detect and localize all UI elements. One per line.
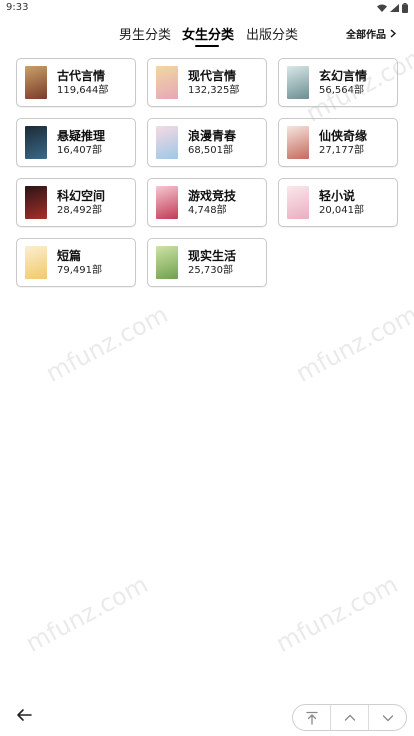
- category-count: 20,041部: [319, 204, 364, 216]
- category-card-scifi[interactable]: 科幻空间 28,492部: [16, 178, 136, 227]
- category-card-modern-romance[interactable]: 现代言情 132,325部: [147, 58, 267, 107]
- category-name: 仙侠奇缘: [319, 128, 368, 143]
- category-name: 浪漫青春: [188, 128, 237, 143]
- category-grid: 古代言情 119,644部 现代言情 132,325部 玄幻言情 56,564部…: [16, 58, 398, 287]
- category-count: 25,730部: [188, 264, 233, 276]
- wifi-icon: [377, 4, 387, 12]
- category-name: 玄幻言情: [319, 68, 368, 83]
- battery-icon: [402, 3, 408, 13]
- book-cover-image: [156, 186, 178, 219]
- category-count: 132,325部: [188, 84, 240, 96]
- book-cover-image: [287, 186, 309, 219]
- signal-icon: [390, 4, 399, 12]
- category-name: 短篇: [57, 248, 82, 263]
- tab-female[interactable]: 女生分类: [182, 24, 234, 43]
- category-count: 79,491部: [57, 264, 102, 276]
- category-count: 68,501部: [188, 144, 233, 156]
- category-name: 现代言情: [188, 68, 237, 83]
- scroll-controls: [292, 704, 407, 731]
- category-count: 119,644部: [57, 84, 109, 96]
- book-cover-image: [156, 66, 178, 99]
- status-time: 9:33: [6, 2, 29, 13]
- book-cover-image: [156, 246, 178, 279]
- tab-male[interactable]: 男生分类: [119, 24, 171, 43]
- status-icons: [377, 3, 408, 13]
- arrow-left-icon: [17, 709, 32, 721]
- book-cover-image: [25, 126, 47, 159]
- book-cover-image: [156, 126, 178, 159]
- chevron-right-icon: [390, 29, 396, 38]
- scroll-to-top-button[interactable]: [293, 705, 331, 730]
- chevron-up-icon: [344, 714, 355, 721]
- chevron-down-icon: [382, 714, 393, 721]
- category-card-fantasy-romance[interactable]: 玄幻言情 56,564部: [278, 58, 398, 107]
- scroll-down-button[interactable]: [369, 705, 406, 730]
- book-cover-image: [287, 126, 309, 159]
- watermark: mfunz.com: [41, 300, 173, 388]
- category-count: 16,407部: [57, 144, 102, 156]
- category-card-short-story[interactable]: 短篇 79,491部: [16, 238, 136, 287]
- category-name: 科幻空间: [57, 188, 106, 203]
- book-cover-image: [25, 186, 47, 219]
- watermark: mfunz.com: [271, 570, 403, 658]
- category-card-xianxia[interactable]: 仙侠奇缘 27,177部: [278, 118, 398, 167]
- category-name: 现实生活: [188, 248, 237, 263]
- category-card-gaming[interactable]: 游戏竞技 4,748部: [147, 178, 267, 227]
- category-name: 轻小说: [319, 188, 356, 203]
- book-cover-image: [25, 246, 47, 279]
- book-cover-image: [25, 66, 47, 99]
- category-card-light-novel[interactable]: 轻小说 20,041部: [278, 178, 398, 227]
- category-count: 4,748部: [188, 204, 227, 216]
- category-count: 27,177部: [319, 144, 364, 156]
- scroll-to-top-icon: [305, 711, 318, 725]
- category-name: 游戏竞技: [188, 188, 237, 203]
- scroll-up-button[interactable]: [331, 705, 369, 730]
- category-count: 28,492部: [57, 204, 102, 216]
- back-button[interactable]: [16, 707, 36, 727]
- all-works-label: 全部作品: [346, 30, 386, 41]
- category-card-youth[interactable]: 浪漫青春 68,501部: [147, 118, 267, 167]
- tab-publication[interactable]: 出版分类: [246, 24, 298, 43]
- category-card-realistic[interactable]: 现实生活 25,730部: [147, 238, 267, 287]
- category-name: 古代言情: [57, 68, 106, 83]
- watermark: mfunz.com: [21, 570, 153, 658]
- category-name: 悬疑推理: [57, 128, 106, 143]
- status-bar: 9:33: [0, 0, 414, 16]
- category-count: 56,564部: [319, 84, 364, 96]
- category-card-mystery[interactable]: 悬疑推理 16,407部: [16, 118, 136, 167]
- active-tab-indicator: [195, 45, 219, 47]
- category-card-ancient-romance[interactable]: 古代言情 119,644部: [16, 58, 136, 107]
- book-cover-image: [287, 66, 309, 99]
- watermark: mfunz.com: [291, 300, 414, 388]
- all-works-link[interactable]: 全部作品: [346, 26, 396, 41]
